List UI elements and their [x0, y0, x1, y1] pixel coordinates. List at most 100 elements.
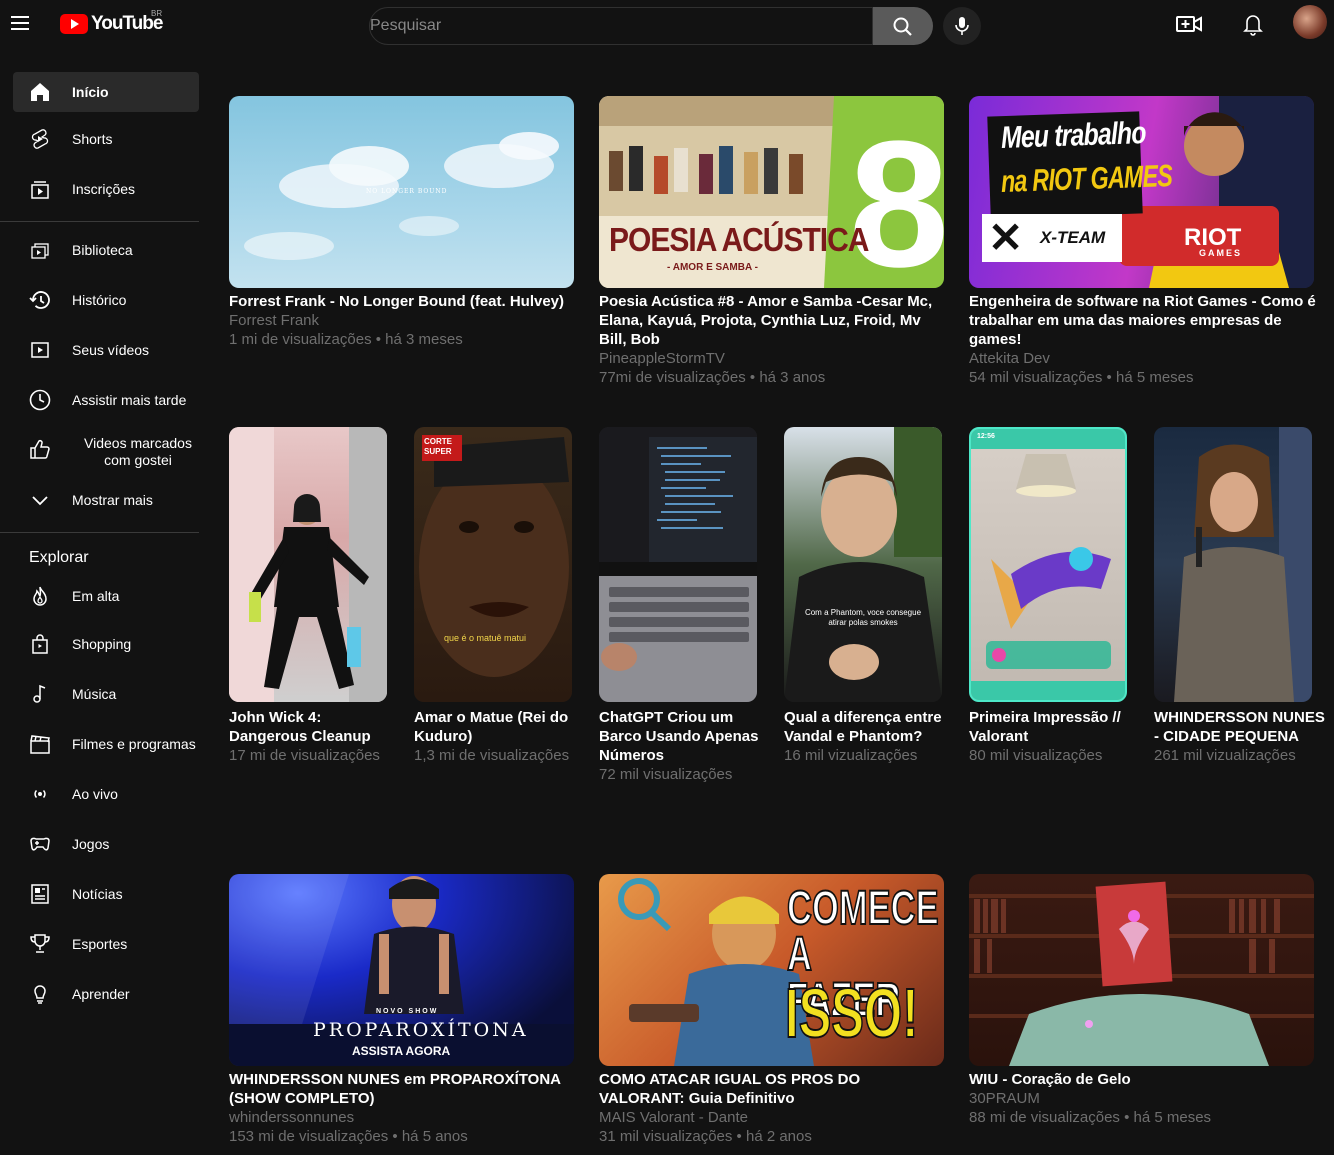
sidebar-item-label: Música: [72, 686, 117, 702]
video-thumbnail[interactable]: 8 POESIA ACÚSTICA - AMOR E SAMBA -: [599, 96, 944, 288]
channel-name[interactable]: Forrest Frank: [229, 311, 319, 330]
short-thumbnail[interactable]: 12:56: [969, 427, 1127, 702]
video-title[interactable]: John Wick 4: Dangerous Cleanup: [229, 708, 394, 746]
search-input[interactable]: [370, 8, 850, 44]
video-stats: 1 mi de visualizações • há 3 meses: [229, 331, 463, 348]
thumbnail-text: POESIA ACÚSTICA: [609, 222, 869, 259]
voice-search-button[interactable]: [943, 7, 981, 45]
channel-badge: CORTE SUPER: [422, 435, 462, 461]
create-video-button[interactable]: [1175, 10, 1203, 38]
sidebar-item-label: Em alta: [72, 588, 120, 604]
sidebar-item-show-more[interactable]: Mostrar mais: [13, 480, 199, 520]
thumbnail-text: COMECE: [786, 882, 939, 935]
thumbnail-subtext: - AMOR E SAMBA -: [667, 262, 758, 273]
video-camera-add-icon: [1176, 16, 1202, 32]
sidebar-item-your-videos[interactable]: Seus vídeos: [13, 330, 199, 370]
your-videos-icon: [31, 342, 49, 358]
sidebar-divider: [0, 221, 199, 222]
video-stats: 54 mil visualizações • há 5 meses: [969, 369, 1194, 386]
shorts-icon: [31, 129, 49, 149]
search-button[interactable]: [873, 7, 933, 45]
sidebar-item-gaming[interactable]: Jogos: [13, 824, 199, 864]
video-stats: 77mi de visualizações • há 3 anos: [599, 369, 826, 386]
avatar[interactable]: [1293, 5, 1327, 39]
video-thumbnail[interactable]: NO LONGER BOUND: [229, 96, 574, 288]
sidebar-item-liked-videos[interactable]: Videos marcados com gostei: [13, 430, 199, 474]
short-thumbnail[interactable]: CORTE SUPER que é o matuê matui: [414, 427, 572, 702]
channel-name[interactable]: 30PRAUM: [969, 1089, 1040, 1108]
video-title[interactable]: Qual a diferença entre Vandal e Phantom?: [784, 708, 949, 746]
sidebar-item-home[interactable]: Início: [13, 72, 199, 112]
thumbs-up-icon: [30, 439, 50, 459]
thumbnail-small-text: NOVO SHOW: [376, 1008, 439, 1015]
video-stats: 153 mi de visualizações • há 5 anos: [229, 1128, 468, 1145]
video-title[interactable]: Engenheira de software na Riot Games - C…: [969, 292, 1324, 349]
sidebar-item-shopping[interactable]: Shopping: [13, 624, 199, 664]
short-thumbnail[interactable]: [599, 427, 757, 702]
x-logo-icon: ✕: [988, 214, 1024, 261]
top-bar: YouTube BR: [0, 0, 1334, 56]
sidebar-item-library[interactable]: Biblioteca: [13, 230, 199, 270]
music-note-icon: [33, 684, 46, 703]
channel-name[interactable]: Attekita Dev: [969, 349, 1050, 368]
video-thumbnail[interactable]: [969, 874, 1314, 1066]
video-thumbnail[interactable]: COMECE A FAZER ISSO!: [599, 874, 944, 1066]
sidebar-item-watch-later[interactable]: Assistir mais tarde: [13, 380, 199, 420]
thumbnail-text: na RIOT GAMES: [1000, 158, 1173, 199]
sidebar-item-live[interactable]: Ao vivo: [13, 774, 199, 814]
video-title[interactable]: WHINDERSSON NUNES em PROPAROXÍTONA (SHOW…: [229, 1070, 574, 1108]
sidebar-item-trending[interactable]: Em alta: [13, 576, 199, 616]
video-title[interactable]: Primeira Impressão // Valorant: [969, 708, 1134, 746]
sidebar-item-label: Início: [72, 84, 109, 100]
xteam-text: X-TEAM: [1040, 228, 1106, 247]
video-thumbnail[interactable]: NOVO SHOW PROPAROXÍTONA ASSISTA AGORA: [229, 874, 574, 1066]
video-title[interactable]: ChatGPT Criou um Barco Usando Apenas Núm…: [599, 708, 764, 765]
video-stats: 72 mil visualizações: [599, 766, 733, 783]
video-title[interactable]: WHINDERSSON NUNES - CIDADE PEQUENA: [1154, 708, 1329, 746]
sidebar-item-history[interactable]: Histórico: [13, 280, 199, 320]
clock-icon: [29, 389, 51, 411]
thumbnail-text: ISSO!: [784, 974, 919, 1052]
video-stats: 16 mil vizualizações: [784, 747, 918, 764]
bookshelf-portrait-image: [969, 881, 1314, 1066]
sidebar-item-movies[interactable]: Filmes e programas: [13, 724, 199, 764]
short-thumbnail[interactable]: [1154, 427, 1312, 702]
shopping-bag-icon: [32, 634, 48, 654]
sidebar-item-learning[interactable]: Aprender: [13, 974, 199, 1014]
chevron-down-icon: [32, 496, 48, 506]
sidebar-item-label: Aprender: [72, 986, 130, 1002]
short-thumbnail[interactable]: Com a Phantom, voce consegue atirar pola…: [784, 427, 942, 702]
video-title[interactable]: COMO ATACAR IGUAL OS PROS DO VALORANT: G…: [599, 1070, 949, 1108]
man-face-image: [419, 437, 569, 677]
man-talking-image: [784, 427, 942, 702]
short-thumbnail[interactable]: [229, 427, 387, 702]
video-thumbnail[interactable]: Meu trabalho na RIOT GAMES ✕ X-TEAM RIOT…: [969, 96, 1314, 288]
video-stats: 261 mil vizualizações: [1154, 747, 1296, 764]
sidebar-item-shorts[interactable]: Shorts: [13, 119, 199, 159]
channel-name[interactable]: whinderssonnunes: [229, 1108, 354, 1127]
sidebar-item-news[interactable]: Notícias: [13, 874, 199, 914]
video-stats: 31 mil visualizações • há 2 anos: [599, 1128, 812, 1145]
channel-name[interactable]: MAIS Valorant - Dante: [599, 1108, 748, 1127]
sidebar-item-label: Histórico: [72, 292, 127, 308]
sidebar-item-label: Filmes e programas: [72, 736, 196, 752]
sidebar-divider: [0, 532, 199, 533]
video-title[interactable]: Poesia Acústica #8 - Amor e Samba -Cesar…: [599, 292, 949, 349]
microphone-icon: [955, 17, 969, 35]
sidebar-item-sports[interactable]: Esportes: [13, 924, 199, 964]
video-title[interactable]: Amar o Matue (Rei do Kuduro): [414, 708, 579, 746]
valorant-gameplay-image: [971, 429, 1125, 700]
thumbnail-text: PROPAROXÍTONA: [313, 1019, 529, 1041]
sidebar-item-label: Inscrições: [72, 181, 136, 197]
sidebar-item-music[interactable]: Música: [13, 674, 199, 714]
channel-name[interactable]: PineappleStormTV: [599, 349, 725, 368]
video-title[interactable]: WIU - Coração de Gelo: [969, 1070, 1314, 1089]
youtube-logo[interactable]: YouTube BR: [60, 9, 163, 36]
subscriptions-icon: [31, 181, 49, 199]
video-stats: 1,3 mi de visualizações: [414, 747, 570, 764]
xteam-badge: ✕ X-TEAM: [982, 214, 1122, 262]
sidebar-item-subscriptions[interactable]: Inscrições: [13, 169, 199, 209]
menu-icon[interactable]: [8, 12, 32, 36]
video-title[interactable]: Forrest Frank - No Longer Bound (feat. H…: [229, 292, 574, 311]
notifications-button[interactable]: [1240, 10, 1268, 38]
